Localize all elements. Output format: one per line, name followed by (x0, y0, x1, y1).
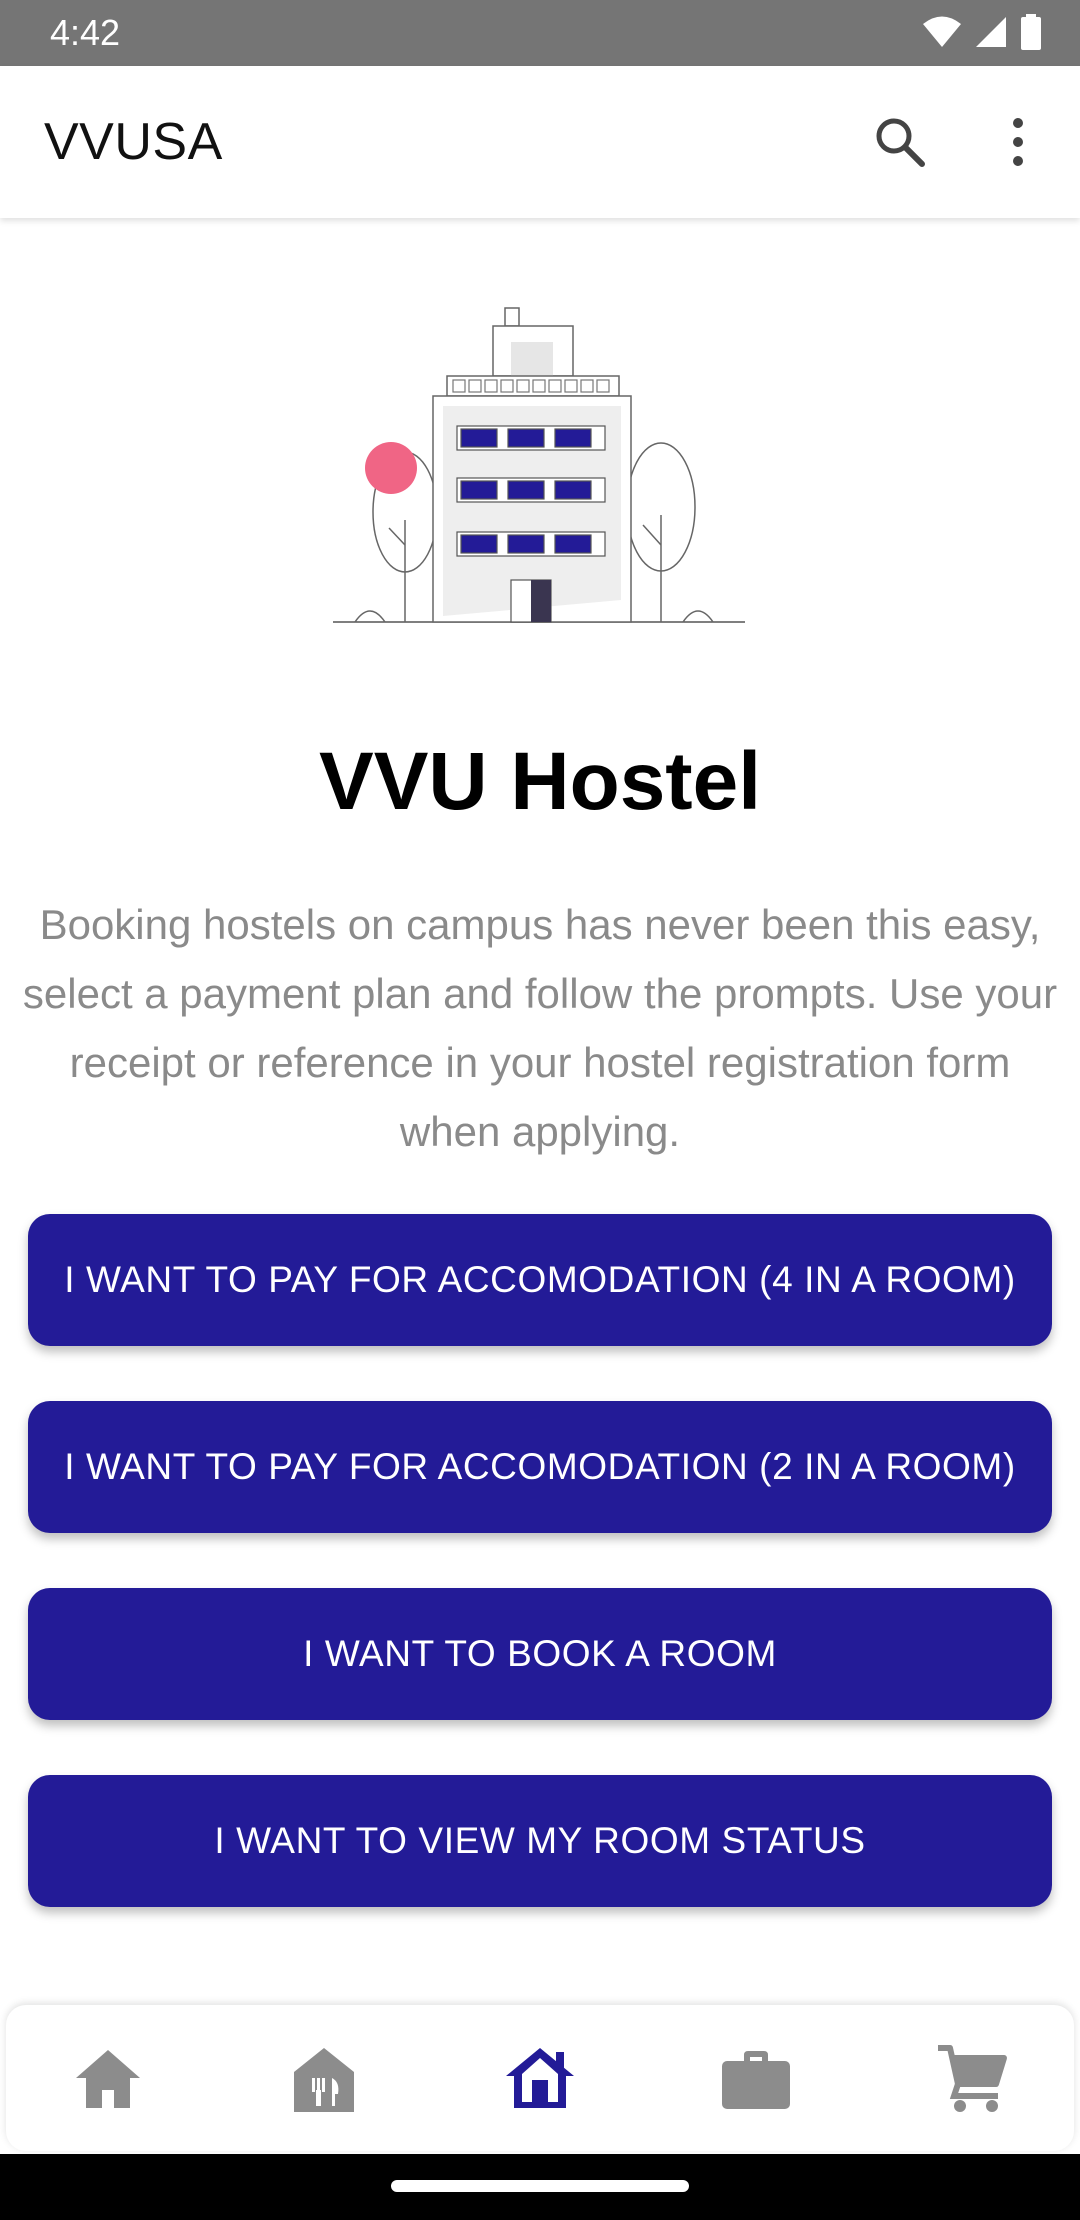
briefcase-icon (722, 2051, 790, 2109)
nav-dining[interactable] (284, 2039, 364, 2119)
gesture-bar (0, 2154, 1080, 2220)
nav-hostel[interactable] (500, 2039, 580, 2119)
house-icon (506, 2048, 574, 2108)
book-room-button[interactable]: I WANT TO BOOK A ROOM (28, 1588, 1052, 1720)
nav-cart[interactable] (932, 2039, 1012, 2119)
cart-icon (938, 2045, 1007, 2112)
status-bar: 4:42 (0, 0, 1080, 66)
view-room-status-button[interactable]: I WANT TO VIEW MY ROOM STATUS (28, 1775, 1052, 1907)
nav-services[interactable] (716, 2039, 796, 2119)
pay-4-in-room-button[interactable]: I WANT TO PAY FOR ACCOMODATION (4 IN A R… (28, 1214, 1052, 1346)
home-indicator[interactable] (391, 2180, 689, 2192)
app-bar: VVUSA (0, 66, 1080, 218)
nav-home[interactable] (68, 2039, 148, 2119)
wifi-icon (923, 16, 961, 47)
search-icon[interactable] (872, 114, 928, 170)
battery-icon (1021, 14, 1041, 50)
home-icon (76, 2050, 140, 2108)
app-title: VVUSA (44, 113, 223, 171)
status-icons (922, 14, 1042, 50)
status-time: 4:42 (50, 12, 121, 53)
page-title: VVU Hostel (319, 736, 761, 827)
pay-2-in-room-button[interactable]: I WANT TO PAY FOR ACCOMODATION (2 IN A R… (28, 1401, 1052, 1533)
hostel-illustration (325, 300, 755, 630)
more-vert-icon[interactable] (990, 114, 1046, 170)
restaurant-house-icon (294, 2048, 354, 2112)
bottom-nav (6, 2005, 1074, 2151)
description-text: Booking hostels on campus has never been… (22, 901, 1058, 1155)
signal-icon (976, 17, 1006, 47)
